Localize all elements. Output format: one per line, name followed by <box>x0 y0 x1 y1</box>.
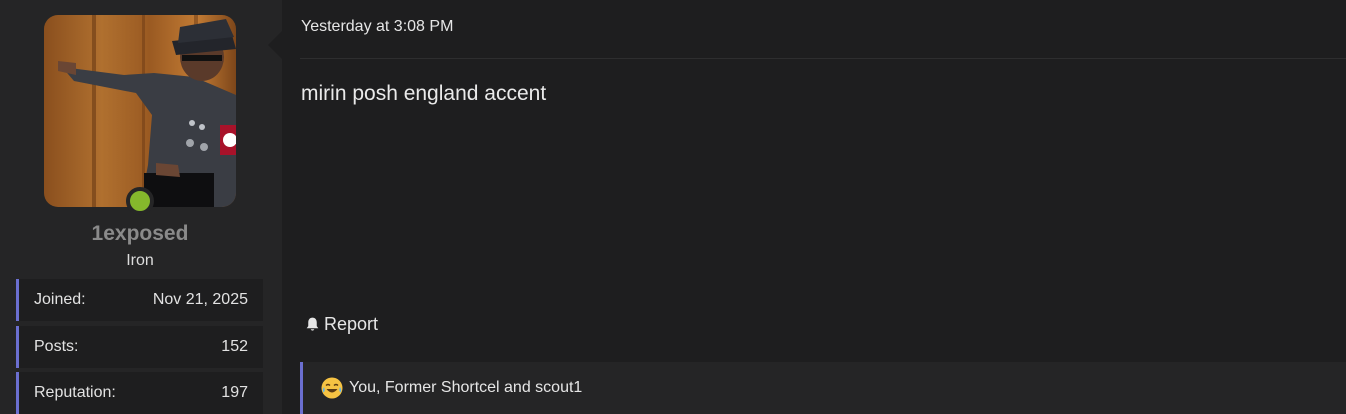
user-info-panel: 1exposed Iron Joined: Nov 21, 2025 Posts… <box>0 0 282 414</box>
bell-icon <box>306 317 319 331</box>
post-header-divider <box>300 58 1346 59</box>
stat-value: 152 <box>221 338 248 355</box>
stat-value: Nov 21, 2025 <box>152 291 248 308</box>
stat-posts: Posts: 152 <box>16 326 263 368</box>
stat-reputation: Reputation: 197 <box>16 372 263 414</box>
user-rank-title: Iron <box>126 252 154 269</box>
stat-value: 197 <box>221 384 248 401</box>
avatar[interactable] <box>44 15 236 207</box>
post-body: mirin posh england accent <box>301 82 547 105</box>
post-timestamp[interactable]: Yesterday at 3:08 PM <box>301 18 453 36</box>
avatar-image <box>44 15 236 207</box>
report-button[interactable]: Report <box>304 314 378 335</box>
online-status-indicator <box>126 187 154 215</box>
stat-label: Reputation: <box>34 384 116 401</box>
speech-arrow <box>268 30 283 60</box>
reactions-bar[interactable]: You, Former Shortcel and scout1 <box>300 362 1346 414</box>
reactions-text[interactable]: You, Former Shortcel and scout1 <box>349 379 582 397</box>
username[interactable]: 1exposed <box>0 222 280 246</box>
report-label: Report <box>324 314 379 334</box>
stat-label: Joined: <box>34 291 86 308</box>
stat-joined: Joined: Nov 21, 2025 <box>16 279 263 321</box>
stat-label: Posts: <box>34 338 79 355</box>
laughing-crying-emoji-icon <box>321 377 343 399</box>
